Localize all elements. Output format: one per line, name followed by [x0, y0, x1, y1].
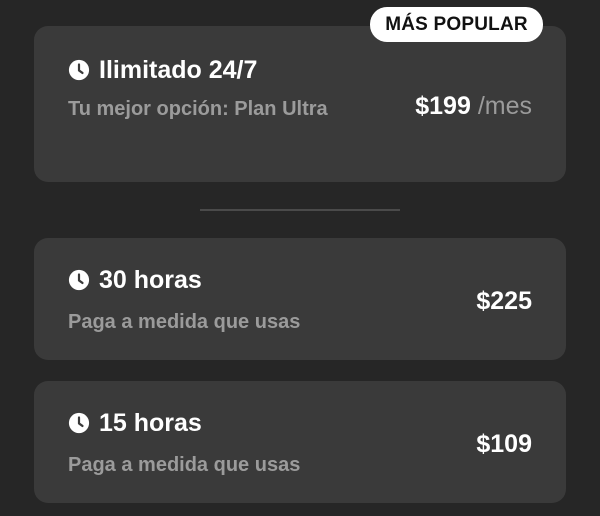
plan-card-30-hours[interactable]: 30 horas Paga a medida que usas $225: [34, 238, 566, 360]
plan-price: $225: [476, 287, 532, 315]
clock-icon: [68, 412, 90, 434]
plan-title: Ilimitado 24/7: [99, 56, 258, 84]
plan-selector: MÁS POPULAR Ilimitado 24/7 Tu mejor opci…: [0, 0, 600, 516]
plan-subtitle: Paga a medida que usas: [68, 311, 301, 333]
plan-price: $109: [476, 430, 532, 458]
price-amount: $199: [415, 92, 471, 120]
plan-card-15-hours[interactable]: 15 horas Paga a medida que usas $109: [34, 381, 566, 503]
plan-title: 15 horas: [99, 409, 202, 437]
clock-icon: [68, 269, 90, 291]
plan-title: 30 horas: [99, 266, 202, 294]
plan-subtitle: Paga a medida que usas: [68, 454, 301, 476]
clock-icon: [68, 59, 90, 81]
plan-title-row: 15 horas: [68, 409, 202, 437]
plan-card-unlimited[interactable]: Ilimitado 24/7 Tu mejor opción: Plan Ult…: [34, 26, 566, 182]
price-period: /mes: [470, 92, 532, 120]
plan-title-row: Ilimitado 24/7: [68, 56, 257, 84]
divider: [200, 209, 400, 211]
most-popular-badge: MÁS POPULAR: [370, 7, 543, 42]
plan-subtitle: Tu mejor opción: Plan Ultra: [68, 98, 328, 120]
plan-price: $199 /mes: [415, 92, 532, 120]
plan-title-row: 30 horas: [68, 266, 202, 294]
